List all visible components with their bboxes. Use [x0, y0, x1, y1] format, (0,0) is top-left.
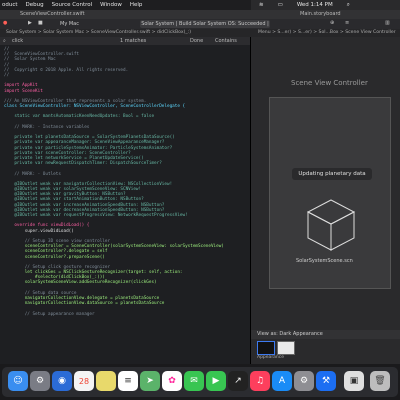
model-label: SolarSystemScene.scn: [296, 258, 353, 264]
close-icon[interactable]: ●: [3, 20, 7, 26]
battery-icon[interactable]: ▭: [278, 2, 283, 8]
appearance-swatch-light[interactable]: [277, 341, 295, 355]
calendar-icon[interactable]: 28: [74, 371, 94, 391]
library-icon[interactable]: ⊕: [330, 20, 334, 26]
menu-window[interactable]: Window: [100, 2, 122, 8]
updating-label: Updating planetary data: [298, 171, 366, 177]
code-line[interactable]: // Setup appearance manager: [4, 312, 248, 317]
view-as-label[interactable]: View as: Dark Appearance: [257, 331, 323, 337]
preview-icon[interactable]: ▣: [344, 371, 364, 391]
magnifier-icon: ⌕: [3, 38, 6, 44]
dock: ☺ ⚙ ◉ 28 ≡ ➤ ✿ ✉ ▶ ↗ ♫ A ⚙ ⚒ ▣ 🗑: [0, 364, 400, 400]
status-area: ≋ ▭ Wed 1:14 PM ⌕: [251, 0, 400, 10]
music-icon[interactable]: ♫: [250, 371, 270, 391]
menu-source-control[interactable]: Source Control: [52, 2, 93, 8]
contains-menu[interactable]: Contains: [215, 38, 237, 44]
wifi-icon[interactable]: ≋: [259, 2, 264, 8]
view-as-bar: View as: Dark Appearance: [251, 330, 400, 339]
storyboard-canvas[interactable]: Scene View Controller Updating planetary…: [251, 37, 400, 364]
find-field[interactable]: click: [12, 38, 23, 44]
run-icon[interactable]: ▶: [28, 20, 32, 26]
match-count: 1 matches: [120, 38, 147, 44]
notes-icon[interactable]: [96, 371, 116, 391]
code-editor[interactable]: ⌕ click 1 matches Done Contains //// Sce…: [0, 37, 250, 364]
jump-bar-right[interactable]: Menu > S...er) > S...er) > Sol...Box > S…: [258, 30, 396, 35]
appearance-swatch-dark[interactable]: [257, 341, 275, 355]
menu-help[interactable]: Help: [130, 2, 143, 8]
tab-main-storyboard[interactable]: Main.storyboard: [300, 11, 341, 17]
done-button[interactable]: Done: [190, 38, 203, 44]
scene-view-controller[interactable]: Updating planetary data SolarSystemScene…: [269, 97, 391, 289]
jump-bar: Solar System > Solar System Mac > SceneV…: [0, 29, 400, 37]
safari-icon[interactable]: ◉: [52, 371, 72, 391]
reminders-icon[interactable]: ≡: [118, 371, 138, 391]
finder-icon[interactable]: ☺: [8, 371, 28, 391]
menu-debug[interactable]: Debug: [26, 2, 44, 8]
scheme-selector[interactable]: My Mac: [60, 21, 79, 27]
clock[interactable]: Wed 1:14 PM: [297, 2, 333, 8]
appearance-caption: Appearance: [257, 355, 285, 360]
photos-icon[interactable]: ✿: [162, 371, 182, 391]
find-bar: ⌕ click 1 matches Done Contains: [0, 37, 250, 45]
progress-popup: Updating planetary data: [292, 168, 372, 180]
stocks-icon[interactable]: ↗: [228, 371, 248, 391]
menu-product[interactable]: oduct: [2, 2, 18, 8]
jump-bar-left[interactable]: Solar System > Solar System Mac > SceneV…: [6, 30, 191, 35]
menu-bar: oduct Debug Source Control Window Help ≋…: [0, 0, 400, 10]
editor-mode-icon[interactable]: ≡: [345, 20, 349, 26]
trash-icon[interactable]: 🗑: [370, 371, 390, 391]
toolbar: ● ▶ ■ My Mac Solar System | Build Solar …: [0, 19, 400, 35]
scene-title[interactable]: Scene View Controller: [291, 79, 368, 87]
launchpad-icon[interactable]: ⚙: [30, 371, 50, 391]
source-code[interactable]: //// SceneViewController.swift// Solar S…: [4, 47, 248, 317]
settings-icon[interactable]: ⚙: [294, 371, 314, 391]
search-icon[interactable]: ⌕: [347, 2, 350, 9]
appstore-icon[interactable]: A: [272, 371, 292, 391]
tab-bar: SceneViewController.swift Main.storyboar…: [0, 10, 400, 19]
cube-icon: [306, 199, 356, 251]
stop-icon[interactable]: ■: [38, 20, 43, 26]
tab-scene-view-controller[interactable]: SceneViewController.swift: [20, 11, 85, 17]
messages-icon[interactable]: ✉: [184, 371, 204, 391]
build-status: Solar System | Build Solar System OS: Su…: [140, 20, 270, 35]
xcode-icon[interactable]: ⚒: [316, 371, 336, 391]
maps-icon[interactable]: ➤: [140, 371, 160, 391]
facetime-icon[interactable]: ▶: [206, 371, 226, 391]
inspector-icon[interactable]: ▥: [385, 20, 390, 26]
